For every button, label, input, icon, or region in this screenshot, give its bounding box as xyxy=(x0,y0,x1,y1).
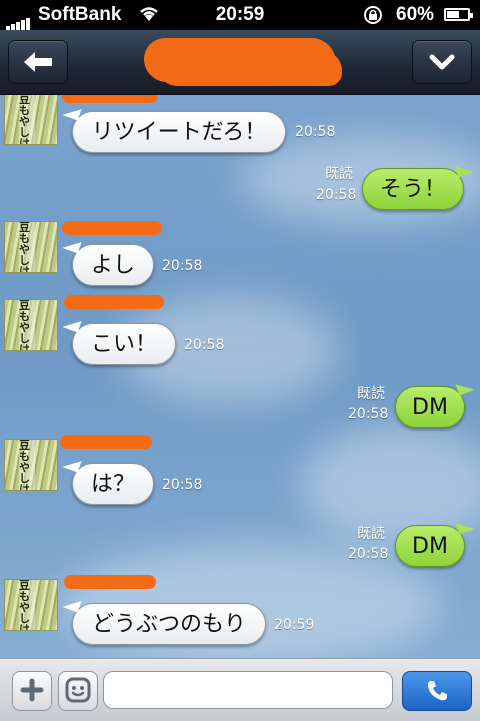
message-time: 20:58 xyxy=(348,406,389,422)
back-button[interactable] xyxy=(8,40,68,84)
avatar[interactable]: 豆もやしは xyxy=(4,579,58,631)
sender-name-redacted xyxy=(62,221,162,235)
avatar[interactable]: 豆もやしは xyxy=(4,95,58,145)
add-attachment-button[interactable] xyxy=(12,671,52,711)
sender-name-redacted xyxy=(62,95,158,103)
sender-name-redacted xyxy=(64,295,164,309)
plus-icon xyxy=(20,678,44,702)
message-bubble-outgoing[interactable]: DM xyxy=(395,386,465,428)
message-time: 20:58 xyxy=(162,477,203,493)
message-bubble-outgoing[interactable]: DM xyxy=(395,525,465,567)
chat-area[interactable]: 豆もやしは リツイートだろ！ 20:58 既読 20:58 そう！ 豆もやしは … xyxy=(0,95,480,658)
message-input[interactable] xyxy=(103,671,393,709)
avatar[interactable]: 豆もやしは xyxy=(4,299,58,351)
contact-name-redacted xyxy=(144,38,336,82)
message-bubble-incoming[interactable]: よし xyxy=(72,244,154,286)
avatar[interactable]: 豆もやしは xyxy=(4,439,58,491)
battery-icon xyxy=(444,8,473,21)
message-time: 20:58 xyxy=(162,258,203,274)
battery-percent: 60% xyxy=(396,4,435,25)
message-time: 20:58 xyxy=(316,187,357,203)
read-receipt: 既読 xyxy=(357,526,385,542)
phone-icon xyxy=(428,681,447,701)
input-bar xyxy=(0,658,480,721)
message-time: 20:58 xyxy=(348,546,389,562)
chat-header xyxy=(0,30,480,95)
message-time: 20:58 xyxy=(295,124,336,140)
sender-name-redacted xyxy=(60,435,152,449)
read-receipt: 既読 xyxy=(325,166,353,182)
menu-dropdown-button[interactable] xyxy=(412,40,472,84)
message-bubble-incoming[interactable]: どうぶつのもり xyxy=(72,603,266,645)
sender-name-redacted xyxy=(64,575,156,589)
message-time: 20:58 xyxy=(184,337,225,353)
read-receipt: 既読 xyxy=(357,386,385,402)
smiley-icon xyxy=(65,677,91,703)
status-bar: SoftBank 20:59 60% xyxy=(0,0,480,32)
sticker-button[interactable] xyxy=(58,671,98,711)
message-bubble-outgoing[interactable]: そう！ xyxy=(362,168,464,210)
message-bubble-incoming[interactable]: は？ xyxy=(72,463,154,505)
message-bubble-incoming[interactable]: リツイートだろ！ xyxy=(72,111,286,153)
avatar[interactable]: 豆もやしは xyxy=(4,221,58,273)
message-bubble-incoming[interactable]: こい！ xyxy=(72,323,176,365)
call-button[interactable] xyxy=(402,671,472,711)
rotation-lock-icon xyxy=(362,4,384,32)
chevron-down-icon xyxy=(429,54,455,70)
back-arrow-icon xyxy=(24,52,52,72)
message-time: 20:59 xyxy=(274,617,315,633)
